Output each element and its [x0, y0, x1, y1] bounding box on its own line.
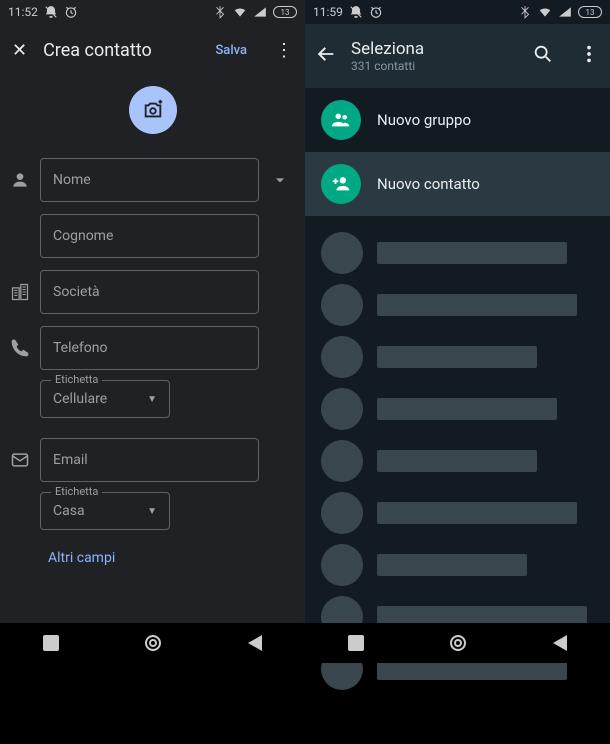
wifi-icon	[233, 5, 247, 19]
signal-icon	[558, 5, 572, 19]
battery-icon: 13	[273, 6, 297, 18]
battery-icon: 13	[578, 6, 602, 18]
page-subtitle: 331 contatti	[351, 59, 518, 73]
status-bar-left: 11:52 13	[0, 0, 305, 24]
list-item[interactable]	[321, 232, 610, 274]
contact-name-placeholder	[377, 242, 567, 264]
list-item[interactable]	[321, 492, 610, 534]
nav-back-icon[interactable]	[553, 635, 567, 651]
avatar	[321, 492, 363, 534]
list-item[interactable]	[321, 544, 610, 586]
camera-plus-icon	[142, 99, 164, 121]
alarm-icon	[369, 5, 383, 19]
nav-recent-icon[interactable]	[348, 635, 364, 651]
status-bar-right: 11:59 13	[305, 0, 610, 24]
more-icon[interactable]: ⋮	[275, 40, 293, 61]
phone-label-dropdown[interactable]: Etichetta Cellulare ▼	[40, 380, 170, 418]
status-time: 11:52	[8, 5, 38, 19]
contact-name-placeholder	[377, 554, 527, 576]
expand-name-icon[interactable]	[267, 170, 293, 190]
avatar	[321, 232, 363, 274]
app-bar: ✕ Crea contatto Salva ⋮	[0, 24, 305, 76]
create-contact-screen: 11:52 13 ✕ Crea contatto Salva ⋮ Nome Co…	[0, 0, 305, 663]
nav-home-icon[interactable]	[145, 635, 161, 651]
new-contact-label: Nuovo contatto	[377, 175, 480, 193]
select-contact-screen: 11:59 13 Seleziona 331 contatti Nuovo gr…	[305, 0, 610, 663]
list-item[interactable]	[321, 336, 610, 378]
save-button[interactable]: Salva	[215, 43, 247, 58]
more-icon[interactable]	[578, 43, 600, 69]
phone-field[interactable]: Telefono	[40, 326, 259, 370]
bluetooth-icon	[518, 5, 532, 19]
page-title: Crea contatto	[43, 40, 199, 61]
contact-name-placeholder	[377, 346, 537, 368]
avatar	[321, 440, 363, 482]
dnd-icon	[349, 5, 363, 19]
nav-bar	[305, 623, 610, 663]
surname-placeholder: Cognome	[53, 228, 113, 244]
add-photo-button[interactable]	[129, 86, 177, 134]
avatar	[321, 388, 363, 430]
phone-placeholder: Telefono	[53, 340, 108, 356]
page-title: Seleziona	[351, 39, 518, 59]
photo-section	[0, 76, 305, 158]
new-group-row[interactable]: Nuovo gruppo	[305, 88, 610, 152]
dnd-icon	[44, 5, 58, 19]
dropdown-arrow-icon: ▼	[147, 394, 157, 405]
nav-home-icon[interactable]	[450, 635, 466, 651]
name-field[interactable]: Nome	[40, 158, 259, 202]
email-label-dropdown[interactable]: Etichetta Casa ▼	[40, 492, 170, 530]
nav-bar	[0, 623, 305, 663]
email-label-value: Casa	[53, 503, 85, 519]
search-icon[interactable]	[532, 43, 554, 69]
contact-form: Nome Cognome Società Telefono Etichetta …	[0, 158, 305, 566]
more-fields-link[interactable]: Altri campi	[8, 542, 293, 566]
dropdown-arrow-icon: ▼	[147, 506, 157, 517]
close-icon[interactable]: ✕	[12, 40, 27, 61]
avatar	[321, 336, 363, 378]
email-field[interactable]: Email	[40, 438, 259, 482]
nav-back-icon[interactable]	[248, 635, 262, 651]
list-item[interactable]	[321, 388, 610, 430]
company-field[interactable]: Società	[40, 270, 259, 314]
company-icon	[8, 282, 32, 302]
signal-icon	[253, 5, 267, 19]
list-item[interactable]	[321, 284, 610, 326]
phone-icon	[8, 338, 32, 358]
surname-field[interactable]: Cognome	[40, 214, 259, 258]
bluetooth-icon	[213, 5, 227, 19]
avatar	[321, 284, 363, 326]
back-icon[interactable]	[315, 43, 337, 69]
list-item[interactable]	[321, 440, 610, 482]
contact-name-placeholder	[377, 502, 577, 524]
phone-label-title: Etichetta	[51, 373, 102, 386]
email-label-title: Etichetta	[51, 485, 102, 498]
group-icon	[321, 100, 361, 140]
contact-name-placeholder	[377, 450, 537, 472]
new-contact-row[interactable]: Nuovo contatto	[305, 152, 610, 216]
wifi-icon	[538, 5, 552, 19]
nav-recent-icon[interactable]	[43, 635, 59, 651]
avatar	[321, 544, 363, 586]
status-time: 11:59	[313, 5, 343, 19]
email-placeholder: Email	[53, 452, 88, 468]
email-icon	[8, 450, 32, 470]
new-group-label: Nuovo gruppo	[377, 111, 471, 129]
contact-name-placeholder	[377, 294, 577, 316]
name-placeholder: Nome	[53, 172, 91, 188]
company-placeholder: Società	[53, 284, 100, 300]
contact-name-placeholder	[377, 398, 557, 420]
person-icon	[8, 170, 32, 190]
add-contact-icon	[321, 164, 361, 204]
phone-label-value: Cellulare	[53, 391, 107, 407]
contact-list[interactable]	[305, 216, 610, 744]
app-bar: Seleziona 331 contatti	[305, 24, 610, 88]
alarm-icon	[64, 5, 78, 19]
